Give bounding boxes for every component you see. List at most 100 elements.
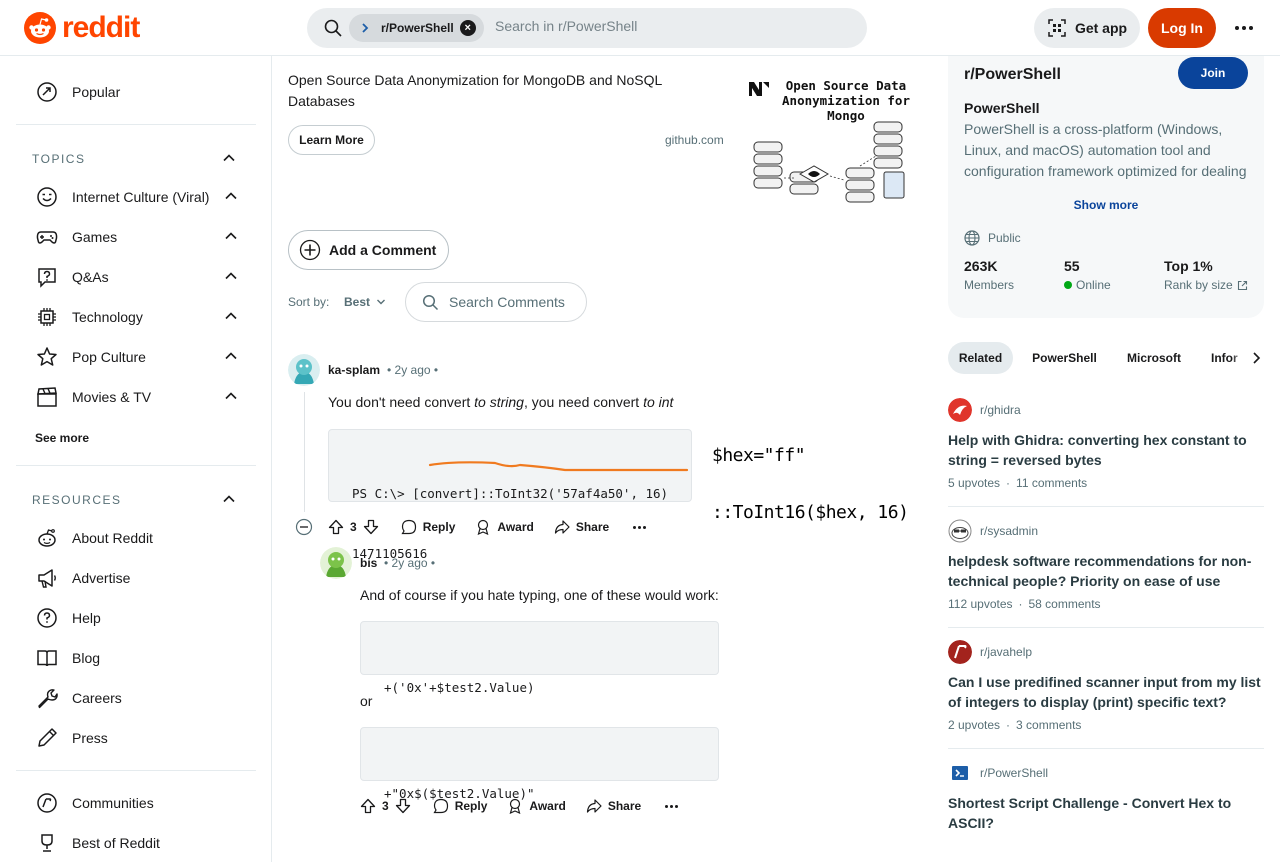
- post-upvotes: 112 upvotes: [948, 597, 1013, 611]
- close-icon[interactable]: ×: [459, 20, 476, 36]
- sidebar-item-about-reddit[interactable]: About Reddit: [16, 518, 256, 558]
- sidebar-item-qas[interactable]: Q&As: [16, 257, 256, 297]
- join-label: Join: [1200, 66, 1226, 80]
- add-comment-button[interactable]: Add a Comment: [288, 230, 449, 270]
- post-subreddit[interactable]: r/sysadmin: [948, 519, 1264, 543]
- show-more-button[interactable]: Show more: [948, 198, 1264, 212]
- avatar[interactable]: [320, 547, 352, 579]
- tab-microsoft[interactable]: Microsoft: [1116, 342, 1192, 374]
- downvote-button[interactable]: [393, 790, 423, 822]
- post-title[interactable]: Shortest Script Challenge - Convert Hex …: [948, 793, 1264, 833]
- pen-icon: [36, 727, 58, 749]
- sidebar-item-best-of-reddit[interactable]: Best of Reddit: [16, 823, 256, 862]
- post-subreddit-name: r/javahelp: [980, 645, 1033, 659]
- meta-separator: ·: [1018, 597, 1023, 611]
- members-label: Members: [964, 278, 1015, 292]
- share-button[interactable]: Share: [576, 790, 651, 822]
- vote-count: 3: [382, 799, 389, 813]
- comment-timestamp: • 2y ago •: [387, 363, 439, 377]
- upvote-button[interactable]: [318, 511, 346, 543]
- powershell-icon: [359, 20, 375, 36]
- post-subreddit-name: r/ghidra: [980, 403, 1021, 417]
- dot-icon: [1242, 26, 1246, 30]
- search-bar[interactable]: r/PowerShell ×: [307, 8, 867, 48]
- award-button[interactable]: Award: [465, 511, 543, 543]
- collapse-thread-button[interactable]: [295, 518, 313, 536]
- tab-related[interactable]: Related: [948, 342, 1013, 374]
- search-comments-input[interactable]: Search Comments: [405, 282, 587, 322]
- more-options-button[interactable]: [619, 511, 660, 543]
- related-post[interactable]: r/sysadmin helpdesk software recommendat…: [948, 519, 1264, 611]
- question-icon: [36, 266, 58, 288]
- award-icon: [509, 798, 521, 814]
- post-subreddit[interactable]: r/ghidra: [948, 398, 1264, 422]
- dot-icon: [643, 525, 647, 529]
- see-more-link[interactable]: See more: [35, 431, 89, 445]
- sidebar-item-blog[interactable]: Blog: [16, 638, 256, 678]
- login-button[interactable]: Log In: [1148, 8, 1216, 48]
- search-subreddit-chip[interactable]: r/PowerShell ×: [349, 14, 484, 42]
- post-meta: 2 upvotes · 3 comments: [948, 718, 1264, 732]
- chevron-up-icon: [224, 269, 238, 283]
- join-button[interactable]: Join: [1178, 57, 1248, 89]
- learn-more-button[interactable]: Learn More: [288, 125, 375, 155]
- chevron-up-icon: [224, 349, 238, 363]
- sidebar-item-help[interactable]: Help: [16, 598, 256, 638]
- sidebar-item-careers[interactable]: Careers: [16, 678, 256, 718]
- post-title[interactable]: helpdesk software recommendations for no…: [948, 551, 1264, 591]
- qr-code-icon: [1048, 19, 1066, 37]
- get-app-button[interactable]: Get app: [1034, 8, 1140, 48]
- downvote-button[interactable]: [361, 511, 391, 543]
- sidebar-item-games[interactable]: Games: [16, 217, 256, 257]
- thread-line[interactable]: [304, 392, 305, 512]
- database-diagram-icon: [753, 121, 905, 203]
- sidebar-item-movies-tv[interactable]: Movies & TV: [16, 377, 256, 417]
- ad-headline[interactable]: Open Source Data Anonymization for Mongo…: [288, 70, 688, 112]
- related-post[interactable]: r/ghidra Help with Ghidra: converting he…: [948, 398, 1264, 490]
- rank-value: Top 1%: [1164, 258, 1213, 274]
- sidebar-item-pop-culture[interactable]: Pop Culture: [16, 337, 256, 377]
- upvote-icon: [360, 798, 376, 814]
- comment-author[interactable]: bis: [360, 556, 377, 570]
- more-options-button[interactable]: [1228, 14, 1260, 42]
- ad-image[interactable]: Open Source Data Anonymization for Mongo: [744, 74, 920, 214]
- rank-label[interactable]: Rank by size: [1164, 278, 1248, 292]
- annotation-line: $hex="ff": [712, 445, 806, 466]
- reddit-logo[interactable]: reddit: [24, 12, 140, 44]
- related-post[interactable]: r/PowerShell Shortest Script Challenge -…: [948, 761, 1264, 833]
- sort-dropdown[interactable]: Best: [344, 295, 386, 309]
- more-options-button[interactable]: [651, 790, 692, 822]
- post-subreddit[interactable]: r/PowerShell: [948, 761, 1264, 785]
- reply-button[interactable]: Reply: [391, 511, 466, 543]
- sidebar-item-internet-culture[interactable]: Internet Culture (Viral): [16, 177, 256, 217]
- upvote-button[interactable]: [350, 790, 378, 822]
- sidebar-item-popular[interactable]: Popular: [16, 72, 256, 112]
- online-label: Online: [1064, 278, 1111, 292]
- chevron-up-icon[interactable]: [222, 151, 236, 165]
- chevron-up-icon: [224, 229, 238, 243]
- reply-button[interactable]: Reply: [423, 790, 498, 822]
- sidebar-item-communities[interactable]: Communities: [16, 783, 256, 823]
- sidebar-item-technology[interactable]: Technology: [16, 297, 256, 337]
- tabs-scroll-right-button[interactable]: [1232, 342, 1264, 374]
- search-input[interactable]: [495, 18, 835, 34]
- community-name[interactable]: r/PowerShell: [964, 66, 1061, 84]
- post-subreddit[interactable]: r/javahelp: [948, 640, 1264, 664]
- ad-domain[interactable]: github.com: [665, 133, 724, 147]
- post-title[interactable]: Can I use predifined scanner input from …: [948, 672, 1264, 712]
- award-button[interactable]: Award: [497, 790, 575, 822]
- comment-author[interactable]: ka-splam: [328, 363, 380, 377]
- share-button[interactable]: Share: [544, 511, 619, 543]
- post-meta: 5 upvotes · 11 comments: [948, 476, 1264, 490]
- post-title[interactable]: Help with Ghidra: converting hex constan…: [948, 430, 1264, 470]
- search-icon: [323, 18, 343, 38]
- sidebar-item-press[interactable]: Press: [16, 718, 256, 758]
- post-subreddit-name: r/sysadmin: [980, 524, 1039, 538]
- related-post[interactable]: r/javahelp Can I use predifined scanner …: [948, 640, 1264, 732]
- tab-powershell[interactable]: PowerShell: [1024, 342, 1105, 374]
- related-tabs: Related PowerShell Microsoft Infor: [948, 342, 1264, 374]
- chevron-up-icon[interactable]: [222, 492, 236, 506]
- avatar[interactable]: [288, 354, 320, 386]
- sidebar-item-advertise[interactable]: Advertise: [16, 558, 256, 598]
- post-meta: 112 upvotes · 58 comments: [948, 597, 1264, 611]
